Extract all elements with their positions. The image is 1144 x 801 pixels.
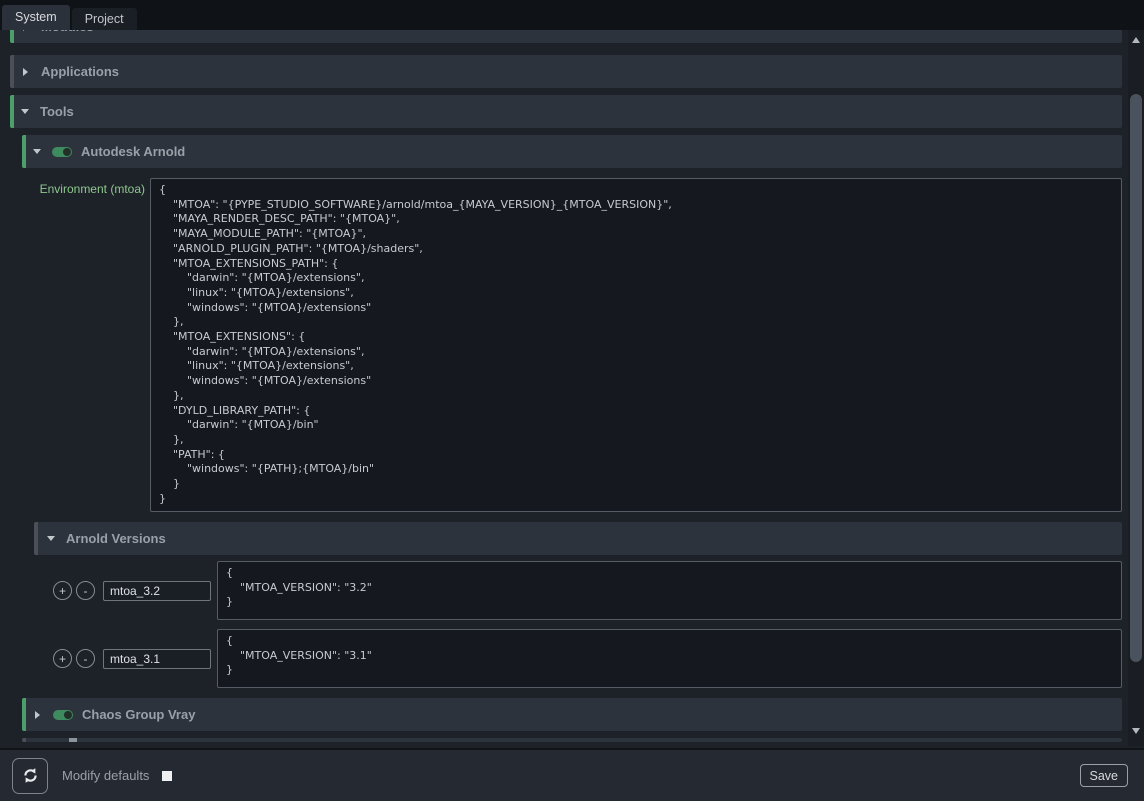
chevron-down-icon bbox=[21, 109, 29, 114]
section-vray-title: Chaos Group Vray bbox=[82, 707, 195, 722]
footer-bar: Modify defaults Save bbox=[0, 748, 1144, 801]
chevron-down-icon bbox=[33, 149, 41, 154]
partial-row-fragment bbox=[69, 738, 77, 742]
section-arnold-versions[interactable]: Arnold Versions bbox=[34, 522, 1122, 555]
section-autodesk-arnold[interactable]: Autodesk Arnold bbox=[22, 135, 1122, 168]
arnold-enabled-toggle[interactable] bbox=[52, 147, 72, 157]
section-modules-title: Modules bbox=[41, 30, 94, 34]
environment-label: Environment (mtoa) bbox=[10, 178, 145, 512]
version-json-editor[interactable]: { "MTOA_VERSION": "3.2" } bbox=[217, 561, 1122, 620]
version-key-input[interactable] bbox=[103, 581, 211, 601]
save-button[interactable]: Save bbox=[1080, 764, 1129, 787]
section-arnold-versions-title: Arnold Versions bbox=[66, 531, 166, 546]
modify-defaults-checkbox[interactable] bbox=[162, 771, 172, 781]
section-modules[interactable]: Modules bbox=[10, 30, 1122, 43]
remove-version-button[interactable]: - bbox=[76, 581, 95, 600]
chevron-down-icon bbox=[47, 536, 55, 541]
scroll-up-icon bbox=[1132, 37, 1140, 43]
settings-scroll-area: Modules Applications Tools Autodesk Arno… bbox=[0, 30, 1144, 748]
version-row-mtoa-3-1: + - { "MTOA_VERSION": "3.1" } bbox=[53, 629, 1122, 688]
chevron-right-icon bbox=[35, 711, 40, 719]
vray-enabled-toggle[interactable] bbox=[53, 710, 73, 720]
arnold-environment-row: Environment (mtoa) { "MTOA": "{PYPE_STUD… bbox=[10, 178, 1122, 512]
section-tools-title: Tools bbox=[40, 104, 74, 119]
remove-version-button[interactable]: - bbox=[76, 649, 95, 668]
tab-bar: System Project bbox=[0, 0, 1144, 30]
version-json-editor[interactable]: { "MTOA_VERSION": "3.1" } bbox=[217, 629, 1122, 688]
tab-project[interactable]: Project bbox=[72, 8, 137, 30]
environment-json-editor[interactable]: { "MTOA": "{PYPE_STUDIO_SOFTWARE}/arnold… bbox=[150, 178, 1122, 512]
section-partially-visible[interactable] bbox=[22, 738, 1122, 742]
refresh-button[interactable] bbox=[12, 758, 48, 794]
vertical-scrollbar[interactable] bbox=[1128, 30, 1144, 746]
scroll-up-button[interactable] bbox=[1128, 33, 1144, 47]
tab-system[interactable]: System bbox=[2, 5, 70, 30]
section-applications-title: Applications bbox=[41, 64, 119, 79]
add-version-button[interactable]: + bbox=[53, 649, 72, 668]
section-applications[interactable]: Applications bbox=[10, 55, 1122, 88]
version-row-mtoa-3-2: + - { "MTOA_VERSION": "3.2" } bbox=[53, 561, 1122, 620]
add-version-button[interactable]: + bbox=[53, 581, 72, 600]
section-chaos-group-vray[interactable]: Chaos Group Vray bbox=[22, 698, 1122, 731]
chevron-right-icon bbox=[23, 30, 28, 31]
version-key-input[interactable] bbox=[103, 649, 211, 669]
modify-defaults-label: Modify defaults bbox=[62, 768, 149, 783]
scroll-down-button[interactable] bbox=[1128, 724, 1144, 738]
scroll-down-icon bbox=[1132, 728, 1140, 734]
scrollbar-thumb[interactable] bbox=[1130, 94, 1142, 662]
section-tools[interactable]: Tools bbox=[10, 95, 1122, 128]
chevron-right-icon bbox=[23, 68, 28, 76]
refresh-icon bbox=[22, 767, 39, 784]
section-arnold-title: Autodesk Arnold bbox=[81, 144, 185, 159]
